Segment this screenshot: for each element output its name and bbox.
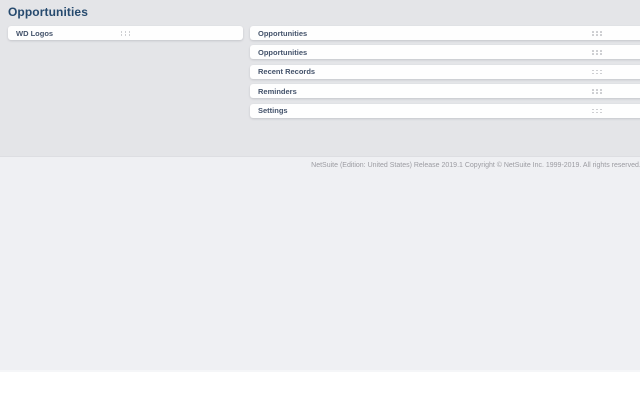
drag-handle-icon[interactable] xyxy=(591,30,603,36)
drag-handle-icon[interactable] xyxy=(591,88,603,94)
dashboard-left-column: WD Logos xyxy=(8,26,243,118)
portlet-reminders[interactable]: Reminders xyxy=(250,84,640,99)
dashboard-page: Opportunities WD Logos Opportunities Opp… xyxy=(0,0,640,372)
six-dot-grip-icon xyxy=(592,50,594,52)
six-dot-grip-icon xyxy=(592,31,594,33)
drag-handle-icon[interactable] xyxy=(591,69,603,75)
page-title: Opportunities xyxy=(8,5,88,19)
portlet-settings[interactable]: Settings xyxy=(250,103,640,118)
six-dot-grip-icon xyxy=(592,108,594,111)
portlet-columns: WD Logos Opportunities Opportunities Rec xyxy=(0,26,640,118)
portlet-title-recent-records[interactable]: Recent Records xyxy=(250,67,315,76)
drag-handle-icon[interactable] xyxy=(591,108,603,114)
page-footer: NetSuite (Edition: United States) Releas… xyxy=(0,156,640,372)
six-dot-grip-icon xyxy=(592,69,594,72)
portlet-title-opportunities-2[interactable]: Opportunities xyxy=(250,48,307,57)
portlet-title-opportunities-1[interactable]: Opportunities xyxy=(250,29,307,38)
portlet-opportunities-1[interactable]: Opportunities xyxy=(250,26,640,40)
drag-handle-icon[interactable] xyxy=(591,49,603,55)
portlet-opportunities-2[interactable]: Opportunities xyxy=(250,45,640,60)
six-dot-grip-icon xyxy=(592,89,594,91)
dashboard-right-column: Opportunities Opportunities Recent Recor… xyxy=(250,26,640,118)
portlet-recent-records[interactable]: Recent Records xyxy=(250,64,640,79)
portlet-title-reminders[interactable]: Reminders xyxy=(250,87,297,96)
copyright-text: NetSuite (Edition: United States) Releas… xyxy=(311,162,640,169)
portlet-title-wd-logos[interactable]: WD Logos xyxy=(8,29,53,38)
dashboard-area: Opportunities WD Logos Opportunities Opp… xyxy=(0,0,640,156)
drag-handle-icon[interactable] xyxy=(120,30,132,36)
netsuite-dashboard-window: Opportunities WD Logos Opportunities Opp… xyxy=(0,0,640,400)
six-dot-grip-icon xyxy=(120,31,122,33)
portlet-wd-logos[interactable]: WD Logos xyxy=(8,26,243,40)
portlet-title-settings[interactable]: Settings xyxy=(250,106,288,115)
